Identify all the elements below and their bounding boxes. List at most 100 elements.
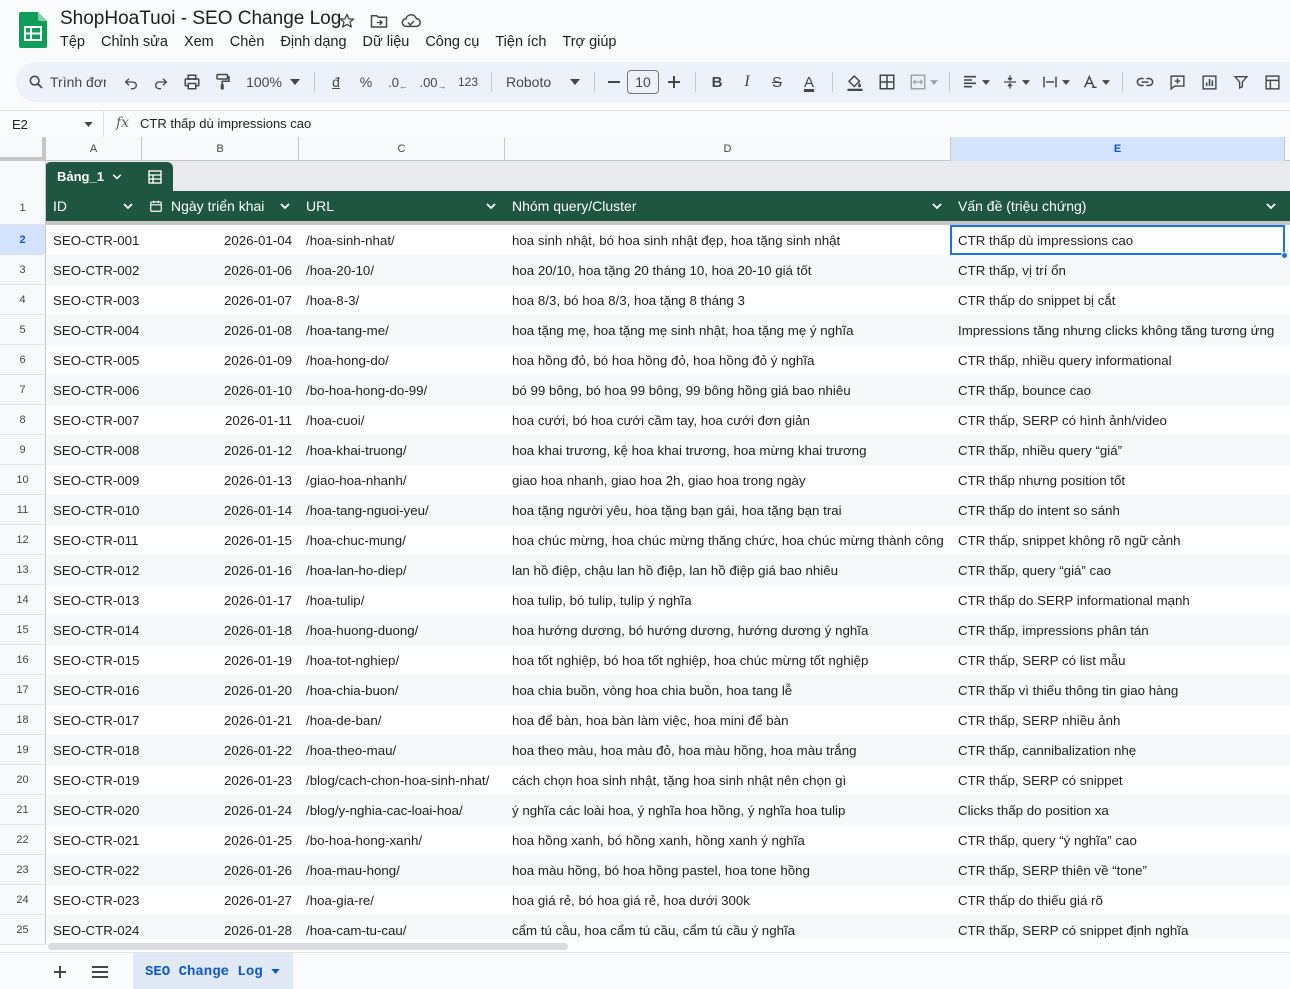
cell-issue[interactable]: CTR thấp, nhiều query informational xyxy=(951,345,1285,375)
cell-id[interactable]: SEO-CTR-023 xyxy=(46,885,142,915)
cell-query[interactable]: hoa chúc mừng, hoa chúc mừng thăng chức,… xyxy=(505,525,951,555)
menu-file[interactable]: Tệp xyxy=(52,32,93,52)
cell-date[interactable]: 2026-01-10 xyxy=(142,375,299,405)
fill-handle[interactable] xyxy=(1281,252,1288,259)
cell-id[interactable]: SEO-CTR-015 xyxy=(46,645,142,675)
row-header-16[interactable]: 16 xyxy=(0,645,46,675)
row-header-14[interactable]: 14 xyxy=(0,585,46,615)
cell-url[interactable]: /hoa-mau-hong/ xyxy=(299,855,505,885)
cell-query[interactable]: hoa tặng người yêu, hoa tặng bạn gái, ho… xyxy=(505,495,951,525)
cell-id[interactable]: SEO-CTR-021 xyxy=(46,825,142,855)
font-size-input[interactable]: 10 xyxy=(627,70,659,94)
cell-query[interactable]: bó 99 bông, bó hoa 99 bông, 99 bông hồng… xyxy=(505,375,951,405)
cell-issue[interactable]: CTR thấp nhưng position tốt xyxy=(951,465,1285,495)
cell-id[interactable]: SEO-CTR-017 xyxy=(46,705,142,735)
cell-query[interactable]: hoa tặng mẹ, hoa tặng mẹ sinh nhật, hoa … xyxy=(505,315,951,345)
row-header-1[interactable]: 1 xyxy=(0,191,46,225)
star-icon[interactable] xyxy=(336,10,358,32)
chevron-down-icon[interactable] xyxy=(279,200,291,212)
italic-button[interactable]: I xyxy=(732,68,762,96)
cell-query[interactable]: hoa hồng xanh, bó hồng xanh, hồng xanh ý… xyxy=(505,825,951,855)
cell-url[interactable]: /hoa-hong-do/ xyxy=(299,345,505,375)
cell-query[interactable]: hoa hướng dương, bó hướng dương, hướng d… xyxy=(505,615,951,645)
row-header-25[interactable]: 25 xyxy=(0,915,46,945)
cell-query[interactable]: lan hồ điệp, chậu lan hồ điệp, lan hồ đi… xyxy=(505,555,951,585)
increase-font-size-button[interactable] xyxy=(659,68,689,96)
cell-query[interactable]: hoa chia buồn, vòng hoa chia buồn, hoa t… xyxy=(505,675,951,705)
column-header-c[interactable]: C xyxy=(299,137,505,161)
cell-issue[interactable]: CTR thấp do snippet bị cắt xyxy=(951,285,1285,315)
cell-id[interactable]: SEO-CTR-009 xyxy=(46,465,142,495)
decrease-decimal-button[interactable]: .0 ← xyxy=(381,68,415,96)
cell-issue[interactable]: CTR thấp do SERP informational mạnh xyxy=(951,585,1285,615)
row-header-18[interactable]: 18 xyxy=(0,705,46,735)
cell-id[interactable]: SEO-CTR-001 xyxy=(46,225,142,255)
name-box[interactable]: E2 xyxy=(0,111,104,137)
cell-date[interactable]: 2026-01-13 xyxy=(142,465,299,495)
cell-date[interactable]: 2026-01-17 xyxy=(142,585,299,615)
cell-id[interactable]: SEO-CTR-012 xyxy=(46,555,142,585)
redo-icon[interactable] xyxy=(146,68,176,96)
header-url[interactable]: URL xyxy=(299,191,505,221)
paint-format-icon[interactable] xyxy=(208,68,238,96)
cell-url[interactable]: /hoa-huong-duong/ xyxy=(299,615,505,645)
row-header-6[interactable]: 6 xyxy=(0,345,46,375)
print-icon[interactable] xyxy=(176,68,208,96)
cell-id[interactable]: SEO-CTR-011 xyxy=(46,525,142,555)
fill-color-icon[interactable] xyxy=(839,68,871,96)
cell-query[interactable]: hoa hồng đỏ, bó hoa hồng đỏ, hoa hồng đỏ… xyxy=(505,345,951,375)
insert-link-icon[interactable] xyxy=(1129,68,1161,96)
cell-issue[interactable]: CTR thấp, cannibalization nhẹ xyxy=(951,735,1285,765)
merge-cells-icon[interactable] xyxy=(903,68,943,96)
cell-date[interactable]: 2026-01-24 xyxy=(142,795,299,825)
cell-date[interactable]: 2026-01-09 xyxy=(142,345,299,375)
text-color-button[interactable]: A xyxy=(792,68,826,96)
cell-id[interactable]: SEO-CTR-004 xyxy=(46,315,142,345)
select-all-corner[interactable] xyxy=(0,137,46,161)
formula-input[interactable]: CTR thấp dù impressions cao xyxy=(140,116,311,131)
chevron-down-icon[interactable] xyxy=(122,200,134,212)
chevron-down-icon[interactable] xyxy=(270,969,280,974)
cell-date[interactable]: 2026-01-26 xyxy=(142,855,299,885)
bold-button[interactable]: B xyxy=(702,68,732,96)
cell-date[interactable]: 2026-01-06 xyxy=(142,255,299,285)
cell-issue[interactable]: CTR thấp, nhiều query “giá” xyxy=(951,435,1285,465)
cell-id[interactable]: SEO-CTR-013 xyxy=(46,585,142,615)
cell-query[interactable]: cách chọn hoa sinh nhật, tặng hoa sinh n… xyxy=(505,765,951,795)
cell-date[interactable]: 2026-01-12 xyxy=(142,435,299,465)
cell-query[interactable]: hoa 8/3, bó hoa 8/3, hoa tặng 8 tháng 3 xyxy=(505,285,951,315)
cell-issue[interactable]: CTR thấp, vị trí ổn xyxy=(951,255,1285,285)
column-header-b[interactable]: B xyxy=(142,137,299,161)
cell-date[interactable]: 2026-01-04 xyxy=(142,225,299,255)
table-view-icon[interactable] xyxy=(136,162,173,191)
cell-issue[interactable]: CTR thấp, SERP có hình ảnh/video xyxy=(951,405,1285,435)
more-formats-button[interactable]: 123 xyxy=(451,68,485,96)
cell-date[interactable]: 2026-01-21 xyxy=(142,705,299,735)
cell-date[interactable]: 2026-01-27 xyxy=(142,885,299,915)
row-header-17[interactable]: 17 xyxy=(0,675,46,705)
cell-date[interactable]: 2026-01-11 xyxy=(142,405,299,435)
cell-url[interactable]: /hoa-20-10/ xyxy=(299,255,505,285)
cell-date[interactable]: 2026-01-22 xyxy=(142,735,299,765)
row-header-10[interactable]: 10 xyxy=(0,465,46,495)
undo-icon[interactable] xyxy=(116,68,146,96)
row-header-8[interactable]: 8 xyxy=(0,405,46,435)
cell-issue[interactable]: CTR thấp, query “giá” cao xyxy=(951,555,1285,585)
cell-date[interactable]: 2026-01-14 xyxy=(142,495,299,525)
horizontal-scrollbar[interactable] xyxy=(46,940,1290,952)
cell-issue[interactable]: CTR thấp, query “ý nghĩa” cao xyxy=(951,825,1285,855)
cell-url[interactable]: /giao-hoa-nhanh/ xyxy=(299,465,505,495)
cell-issue[interactable]: CTR thấp, SERP thiên về “tone” xyxy=(951,855,1285,885)
cell-issue[interactable]: CTR thấp, snippet không rõ ngữ cảnh xyxy=(951,525,1285,555)
cell-id[interactable]: SEO-CTR-003 xyxy=(46,285,142,315)
cell-id[interactable]: SEO-CTR-014 xyxy=(46,615,142,645)
cell-id[interactable]: SEO-CTR-007 xyxy=(46,405,142,435)
row-header-13[interactable]: 13 xyxy=(0,555,46,585)
currency-format-button[interactable]: đ xyxy=(321,68,351,96)
menu-format[interactable]: Định dạng xyxy=(272,32,354,52)
row-header-11[interactable]: 11 xyxy=(0,495,46,525)
cell-url[interactable]: /hoa-de-ban/ xyxy=(299,705,505,735)
strikethrough-button[interactable]: S xyxy=(762,68,792,96)
cell-url[interactable]: /hoa-chuc-mung/ xyxy=(299,525,505,555)
cell-url[interactable]: /blog/cach-chon-hoa-sinh-nhat/ xyxy=(299,765,505,795)
